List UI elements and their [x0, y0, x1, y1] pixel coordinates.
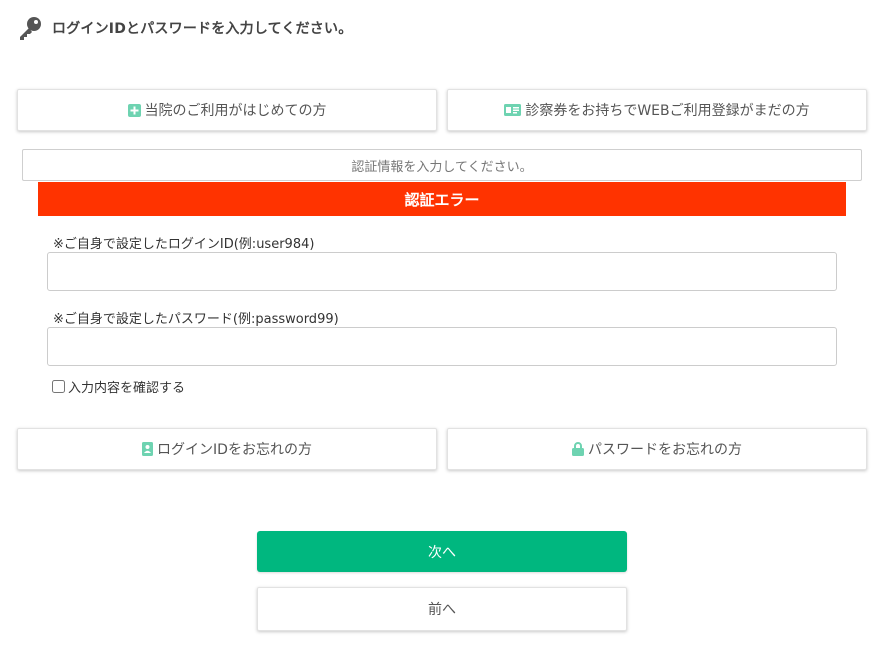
back-button[interactable]: 前へ — [257, 587, 627, 631]
forgot-password-label: パスワードをお忘れの方 — [588, 442, 742, 458]
contact-card-icon — [142, 442, 154, 456]
forgot-login-id-button[interactable]: ログインIDをお忘れの方 — [17, 428, 437, 470]
forgot-password-button[interactable]: パスワードをお忘れの方 — [447, 428, 867, 470]
login-id-input[interactable] — [47, 252, 837, 291]
first-visit-label: 当院のご利用がはじめての方 — [144, 103, 327, 119]
auth-error-banner: 認証エラー — [38, 182, 846, 216]
next-button[interactable]: 次へ — [257, 531, 627, 572]
key-icon — [16, 14, 44, 42]
id-card-icon — [504, 104, 522, 116]
login-id-label: ※ご自身で設定したログインID(例:user984) — [53, 237, 315, 252]
password-label: ※ご自身で設定したパスワード(例:password99) — [53, 312, 339, 327]
auth-info-bar: 認証情報を入力してください。 — [22, 149, 862, 181]
lock-icon — [572, 442, 584, 456]
confirm-input-checkbox[interactable] — [52, 379, 65, 393]
page-header: ログインIDとパスワードを入力してください。 — [16, 14, 352, 42]
first-visit-button[interactable]: 当院のご利用がはじめての方 — [17, 89, 437, 131]
page-title: ログインIDとパスワードを入力してください。 — [52, 21, 353, 37]
confirm-input-label: 入力内容を確認する — [68, 380, 186, 396]
web-register-label: 診察券をお持ちでWEBご利用登録がまだの方 — [525, 103, 810, 119]
forgot-login-id-label: ログインIDをお忘れの方 — [157, 442, 312, 458]
confirm-input-row[interactable]: 入力内容を確認する — [52, 377, 186, 396]
web-register-button[interactable]: 診察券をお持ちでWEBご利用登録がまだの方 — [447, 89, 867, 131]
password-input[interactable] — [47, 327, 837, 366]
plus-square-icon — [127, 103, 141, 117]
